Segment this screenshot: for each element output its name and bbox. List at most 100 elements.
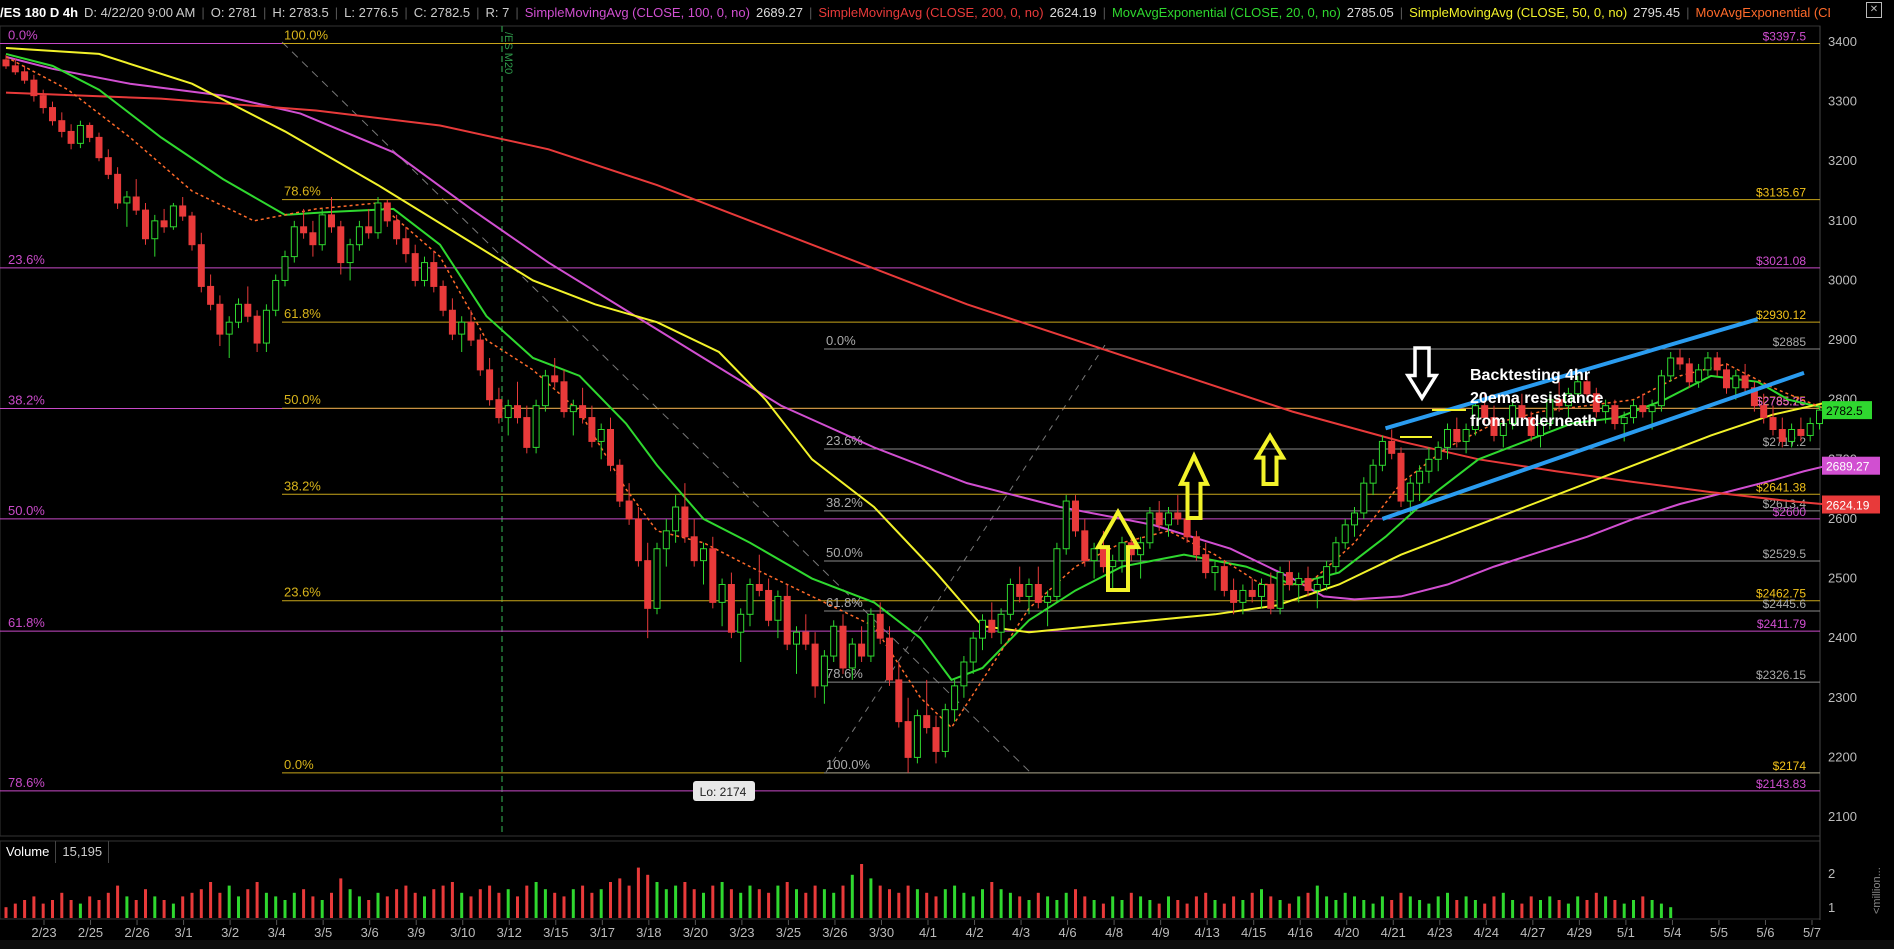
price-level-label: $3021.08	[1756, 254, 1806, 268]
volume-bar	[1622, 903, 1626, 918]
volume-bar	[1641, 896, 1645, 918]
candle-body	[1406, 482, 1414, 502]
scrollbar[interactable]	[0, 940, 1894, 949]
candle-body	[188, 215, 196, 246]
price-level-label: $2326.15	[1756, 668, 1806, 682]
volume-bar	[888, 889, 891, 918]
candle-body	[1081, 530, 1089, 562]
time-axis-label: 4/13	[1195, 925, 1220, 940]
candle-body	[532, 405, 540, 448]
volume-tick-label: 2	[1828, 866, 1835, 881]
volume-bar	[264, 892, 268, 918]
annotation-line: from underneath	[1470, 413, 1598, 430]
candle-body	[30, 79, 38, 97]
price-tick-label: 3100	[1828, 213, 1857, 228]
candle-body	[541, 375, 549, 407]
volume-bar	[144, 889, 147, 918]
candle-body	[169, 205, 177, 228]
volume-bar	[1185, 903, 1189, 918]
candle-body	[1713, 357, 1721, 371]
volume-tick-label: 1	[1828, 900, 1835, 915]
volume-bar	[1129, 892, 1133, 918]
volume-bar	[739, 892, 743, 918]
candle-body	[1695, 369, 1703, 383]
volume-bar	[97, 900, 101, 918]
volume-bar	[1501, 892, 1505, 918]
volume-bar	[190, 892, 194, 918]
time-axis-label: 3/1	[175, 925, 193, 940]
time-axis-label: 4/2	[965, 925, 983, 940]
candle-body	[486, 369, 494, 401]
candle-body	[439, 285, 447, 311]
volume-bar	[1371, 903, 1375, 918]
volume-bar	[1139, 896, 1143, 918]
candle-body	[1602, 405, 1610, 413]
volume-bar	[636, 867, 640, 918]
volume-bar	[237, 896, 240, 918]
candle-body	[811, 643, 819, 687]
candle-body	[262, 309, 270, 344]
volume-bar	[822, 889, 826, 918]
price-chart: 3400330032003100300029002800270026002500…	[0, 25, 1883, 940]
candle-body	[1285, 572, 1293, 585]
time-axis-label: 4/3	[1012, 925, 1030, 940]
volume-bar	[1083, 896, 1087, 918]
candle-body	[1332, 542, 1340, 568]
time-axis-label: 5/6	[1756, 925, 1774, 940]
candle-body	[551, 375, 559, 383]
contract-roll-label: /ES M20	[502, 32, 514, 74]
candle-body	[1788, 429, 1796, 442]
volume-bar	[69, 900, 73, 918]
candle-body	[1239, 589, 1247, 603]
volume-bar	[1511, 900, 1515, 918]
volume-bar	[1055, 900, 1059, 918]
volume-bar	[1566, 903, 1570, 918]
candle-body	[1369, 464, 1377, 484]
candle-body	[960, 661, 968, 687]
volume-bar	[553, 892, 557, 918]
candle-body	[114, 173, 122, 204]
volume-bar	[1036, 892, 1040, 918]
candle-body	[681, 506, 689, 538]
volume-bar	[571, 889, 575, 918]
fib-pct-label: 23.6%	[8, 252, 45, 267]
price-level-label: $2174	[1773, 759, 1807, 773]
volume-bar	[692, 889, 696, 918]
candle-body	[616, 464, 624, 502]
candle-body	[839, 625, 847, 669]
volume-bar	[488, 885, 492, 918]
volume-bar	[283, 900, 287, 918]
volume-bar	[795, 889, 798, 918]
candle-body	[476, 339, 484, 371]
candle-body	[1211, 566, 1219, 574]
volume-bar	[1594, 892, 1598, 918]
candle-body	[1044, 595, 1052, 603]
candle-body	[662, 530, 670, 550]
candle-body	[1165, 512, 1172, 526]
time-axis-label: 3/12	[497, 925, 522, 940]
volume-bar	[1194, 896, 1198, 918]
candle-body	[430, 262, 438, 287]
time-axis-label: 3/15	[543, 925, 568, 940]
volume-bar	[534, 882, 538, 918]
volume-bar	[543, 889, 547, 918]
candle-body	[132, 196, 140, 211]
volume-bar	[562, 896, 566, 918]
volume-bar	[627, 885, 631, 918]
volume-bar	[813, 885, 817, 918]
candle-body	[523, 417, 531, 448]
volume-bar	[1260, 889, 1263, 918]
volume-bar	[925, 892, 929, 918]
price-level-label: $2885	[1773, 335, 1807, 349]
volume-bar	[413, 892, 417, 918]
volume-bar	[767, 892, 771, 918]
candle-body	[1174, 512, 1182, 520]
volume-bar	[171, 903, 175, 918]
candle-body	[1611, 405, 1619, 425]
candle-body	[1648, 405, 1656, 413]
candle-body	[1388, 440, 1396, 454]
candle-body	[672, 506, 680, 532]
volume-bar	[153, 896, 157, 918]
time-axis-label: 3/26	[822, 925, 847, 940]
time-axis-label: 5/4	[1663, 925, 1681, 940]
